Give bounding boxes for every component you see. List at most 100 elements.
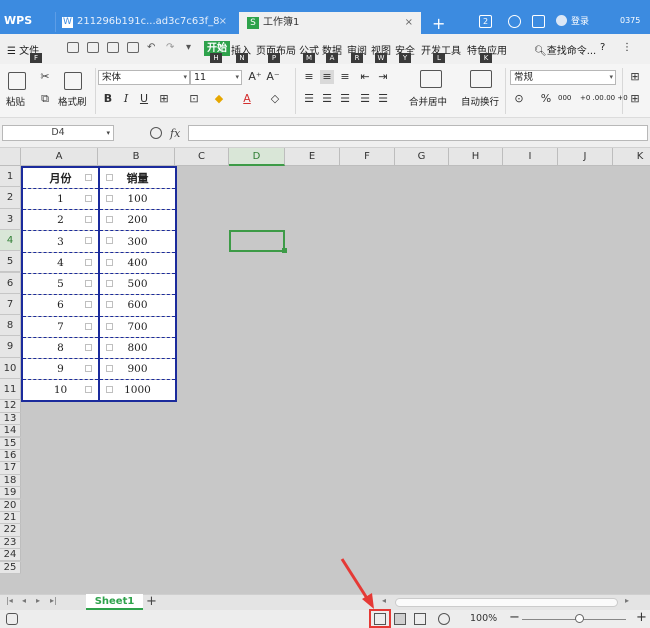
justify-icon[interactable]: ☰ bbox=[358, 92, 372, 106]
merge-center-button[interactable]: 合并居中 bbox=[409, 94, 447, 108]
row-header-8[interactable]: 8 bbox=[0, 315, 21, 337]
column-header-i[interactable]: I bbox=[503, 148, 558, 166]
row-header-12[interactable]: 12 bbox=[0, 400, 21, 413]
horizontal-scrollbar[interactable] bbox=[395, 598, 618, 607]
format-painter-button[interactable]: 格式刷 bbox=[58, 94, 87, 108]
row-header-25[interactable]: 25 bbox=[0, 561, 21, 574]
column-header-e[interactable]: E bbox=[285, 148, 340, 166]
align-left-icon[interactable]: ☰ bbox=[302, 92, 316, 106]
name-box[interactable]: D4 ▾ bbox=[2, 125, 114, 141]
new-tab-button[interactable]: + bbox=[432, 14, 445, 33]
align-right-icon[interactable]: ☰ bbox=[338, 92, 352, 106]
document-tab-1[interactable]: W 211296b191c...ad3c7c63f_8 × bbox=[55, 12, 235, 32]
row-header-22[interactable]: 22 bbox=[0, 524, 21, 537]
macro-icon[interactable] bbox=[6, 613, 18, 625]
merge-center-icon[interactable] bbox=[420, 70, 442, 88]
cell-style-icon[interactable]: ⊞ bbox=[628, 92, 642, 106]
table-style-icon[interactable]: ⊞ bbox=[628, 70, 642, 84]
currency-icon[interactable]: ⊙ bbox=[512, 92, 526, 106]
row-header-3[interactable]: 3 bbox=[0, 208, 21, 230]
close-tab-icon[interactable]: × bbox=[219, 12, 227, 32]
add-sheet-button[interactable]: + bbox=[146, 594, 157, 609]
window-count-badge[interactable]: 2 bbox=[479, 15, 492, 28]
wrap-text-button[interactable]: 自动换行 bbox=[461, 94, 499, 108]
sales-cell[interactable]: 600 bbox=[98, 294, 177, 317]
italic-button[interactable]: I bbox=[119, 92, 133, 106]
sales-cell[interactable]: 200 bbox=[98, 209, 177, 232]
month-cell[interactable]: 1 bbox=[21, 188, 100, 211]
indent-increase-icon[interactable]: ⇥ bbox=[376, 70, 390, 84]
zoom-out-button[interactable]: − bbox=[509, 610, 520, 625]
page-layout-view-icon[interactable] bbox=[414, 613, 426, 625]
prev-sheet-icon[interactable]: ◂ bbox=[22, 596, 26, 605]
print-preview-icon[interactable] bbox=[87, 42, 99, 53]
zoom-in-button[interactable]: + bbox=[636, 610, 647, 625]
formula-input[interactable] bbox=[188, 125, 648, 141]
format-painter-icon[interactable] bbox=[64, 72, 82, 90]
month-cell[interactable]: 8 bbox=[21, 337, 100, 360]
column-header-f[interactable]: F bbox=[340, 148, 395, 166]
undo-icon[interactable]: ↶ bbox=[147, 42, 155, 53]
zoom-slider[interactable] bbox=[522, 619, 626, 620]
quick-access-more-icon[interactable]: ▾ bbox=[186, 42, 191, 53]
indent-decrease-icon[interactable]: ⇤ bbox=[358, 70, 372, 84]
sales-cell[interactable]: 900 bbox=[98, 358, 177, 381]
row-header-18[interactable]: 18 bbox=[0, 474, 21, 488]
month-cell[interactable]: 5 bbox=[21, 273, 100, 296]
scroll-right-icon[interactable]: ▸ bbox=[625, 596, 629, 605]
row-header-5[interactable]: 5 bbox=[0, 251, 21, 273]
month-cell[interactable]: 3 bbox=[21, 230, 100, 253]
underline-button[interactable]: U bbox=[137, 92, 151, 106]
paste-icon[interactable] bbox=[8, 72, 26, 90]
paste-button[interactable]: 粘贴 bbox=[6, 94, 25, 108]
font-color-icon[interactable]: A bbox=[240, 92, 254, 106]
month-cell[interactable]: 4 bbox=[21, 252, 100, 274]
row-header-20[interactable]: 20 bbox=[0, 499, 21, 512]
page-break-view-icon[interactable] bbox=[394, 613, 406, 625]
first-sheet-icon[interactable]: |◂ bbox=[6, 596, 13, 605]
month-cell[interactable]: 6 bbox=[21, 294, 100, 317]
row-header-1[interactable]: 1 bbox=[0, 166, 21, 188]
settings-icon[interactable] bbox=[532, 15, 545, 28]
sales-cell[interactable]: 500 bbox=[98, 273, 177, 296]
number-format-select[interactable]: 常规 ▾ bbox=[510, 70, 616, 85]
month-cell[interactable]: 10 bbox=[21, 379, 100, 403]
column-header-k[interactable]: K bbox=[613, 148, 650, 166]
border-icon[interactable]: ⊞ bbox=[157, 92, 171, 106]
copy-icon[interactable]: ⧉ bbox=[38, 92, 52, 106]
column-heading[interactable]: 销量 bbox=[98, 165, 177, 189]
sales-cell[interactable]: 400 bbox=[98, 252, 177, 274]
column-header-b[interactable]: B bbox=[98, 148, 175, 166]
sales-cell[interactable]: 300 bbox=[98, 230, 177, 253]
month-cell[interactable]: 9 bbox=[21, 358, 100, 381]
column-heading[interactable]: 月份 bbox=[21, 165, 100, 189]
align-middle-icon[interactable]: ≡ bbox=[320, 70, 334, 84]
distributed-icon[interactable]: ☰ bbox=[376, 92, 390, 106]
column-header-d[interactable]: D bbox=[229, 148, 285, 166]
font-increase-icon[interactable]: A⁺ bbox=[248, 70, 262, 84]
wps-logo[interactable]: WPS bbox=[4, 14, 32, 27]
scroll-left-icon[interactable]: ◂ bbox=[382, 596, 386, 605]
sales-cell[interactable]: 700 bbox=[98, 316, 177, 338]
column-header-h[interactable]: H bbox=[449, 148, 503, 166]
save-icon[interactable] bbox=[67, 42, 79, 53]
column-header-j[interactable]: J bbox=[558, 148, 613, 166]
font-name-select[interactable]: 宋体 ▾ bbox=[98, 70, 190, 85]
row-header-24[interactable]: 24 bbox=[0, 549, 21, 562]
last-sheet-icon[interactable]: ▸| bbox=[50, 596, 57, 605]
decimal-decrease-button[interactable]: .00 +0 bbox=[604, 94, 628, 102]
row-header-13[interactable]: 13 bbox=[0, 412, 21, 426]
next-sheet-icon[interactable]: ▸ bbox=[36, 596, 40, 605]
reading-mode-icon[interactable] bbox=[438, 613, 450, 625]
row-header-4[interactable]: 4 bbox=[0, 229, 21, 252]
row-header-2[interactable]: 2 bbox=[0, 187, 21, 209]
document-tab-2[interactable]: S 工作簿1 × bbox=[239, 12, 421, 34]
align-bottom-icon[interactable]: ≡ bbox=[338, 70, 352, 84]
column-header-c[interactable]: C bbox=[175, 148, 229, 166]
fill-color-icon[interactable]: ◆ bbox=[212, 92, 226, 106]
spreadsheet-grid[interactable]: A B C D E F G H I J K 1 2 3 4 5 6 7 8 9 10 11 12 13 1… bbox=[0, 148, 650, 594]
skin-icon[interactable] bbox=[508, 15, 521, 28]
cut-icon[interactable]: ✂ bbox=[38, 70, 52, 84]
export-icon[interactable] bbox=[127, 42, 139, 53]
row-header-17[interactable]: 17 bbox=[0, 462, 21, 475]
